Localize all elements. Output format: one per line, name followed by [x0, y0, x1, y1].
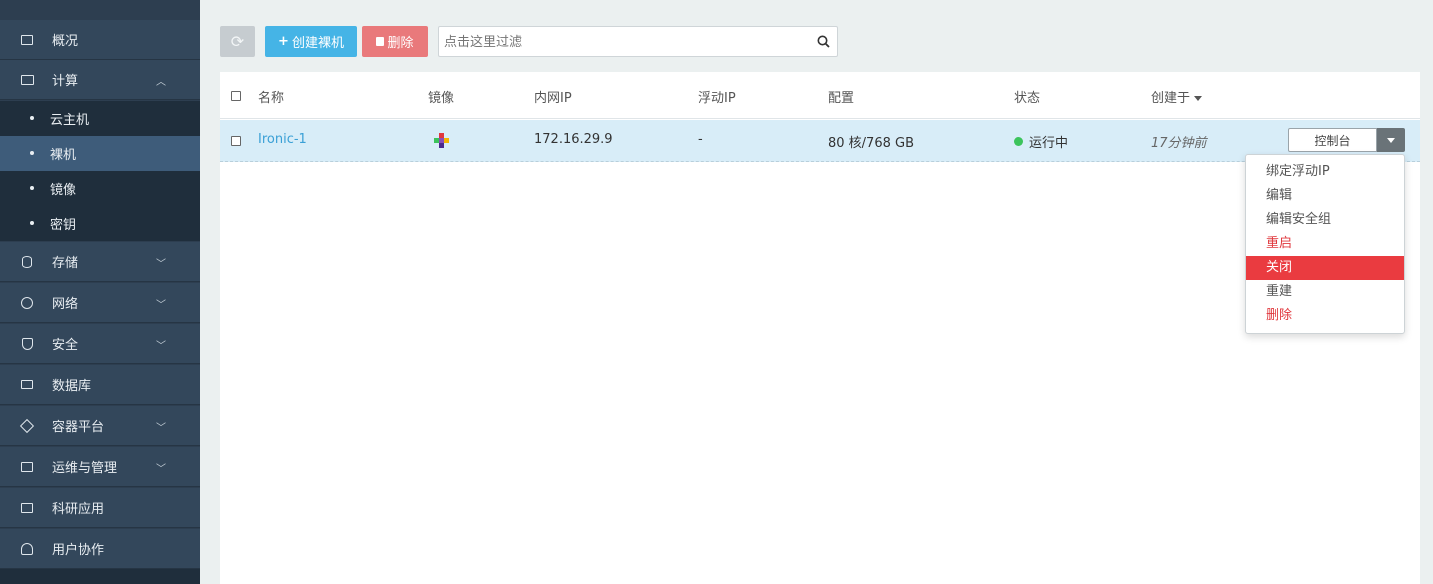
column-header-internal-ip[interactable]: 内网IP — [534, 87, 572, 106]
sidebar-item-compute[interactable]: 计算 ︿ — [0, 60, 200, 100]
column-header-floating-ip[interactable]: 浮动IP — [698, 87, 736, 106]
actions-dropdown-menu: 绑定浮动IP 编辑 编辑安全组 重启 关闭 重建 删除 — [1245, 154, 1405, 334]
menu-item-bind-floating-ip[interactable]: 绑定浮动IP — [1246, 160, 1404, 184]
sidebar-item-label: 容器平台 — [52, 420, 105, 435]
instance-name-link[interactable]: Ironic-1 — [258, 132, 307, 147]
menu-item-rebuild[interactable]: 重建 — [1246, 280, 1404, 304]
overview-icon — [20, 33, 34, 47]
search-icon[interactable] — [817, 35, 830, 48]
column-header-created[interactable]: 创建于 — [1151, 87, 1203, 106]
sidebar-item-label: 科研应用 — [52, 502, 105, 517]
console-button-label: 控制台 — [1314, 133, 1351, 148]
delete-button[interactable]: 删除 — [362, 26, 428, 57]
sidebar-item-overview[interactable]: 概况 — [0, 20, 200, 60]
sidebar-item-label: 网络 — [52, 297, 79, 312]
status-value: 运行中 — [1029, 136, 1069, 151]
config-value: 80 核/768 GB — [828, 136, 914, 151]
sidebar-subitem-label: 云主机 — [50, 113, 90, 128]
sidebar-subitem-cloud-host[interactable]: 云主机 — [0, 101, 200, 136]
bullet-icon — [30, 186, 34, 190]
actions-dropdown-toggle[interactable] — [1377, 128, 1405, 152]
sidebar-item-label: 概况 — [52, 34, 79, 49]
shield-icon — [20, 337, 34, 351]
bullet-icon — [30, 151, 34, 155]
sidebar-subitem-label: 密钥 — [50, 218, 77, 233]
sidebar-subitem-label: 镜像 — [50, 183, 77, 198]
plus-icon: + — [278, 34, 289, 49]
console-button[interactable]: 控制台 — [1288, 128, 1377, 152]
users-icon — [20, 542, 34, 556]
sidebar-item-label: 运维与管理 — [52, 461, 118, 476]
bullet-icon — [30, 221, 34, 225]
bare-metal-table: 名称 镜像 内网IP 浮动IP 配置 状态 创建于 Ironic-1 172.1… — [220, 72, 1420, 584]
sidebar-item-label: 数据库 — [52, 379, 92, 394]
container-icon — [19, 418, 35, 433]
sidebar-item-container[interactable]: 容器平台 ﹀ — [0, 406, 200, 446]
database-server-icon — [20, 378, 34, 392]
sidebar-item-storage[interactable]: 存储 ﹀ — [0, 242, 200, 282]
delete-button-label: 删除 — [387, 36, 414, 51]
research-icon — [20, 501, 34, 515]
chevron-down-icon: ﹀ — [156, 423, 166, 434]
trash-icon — [376, 37, 385, 46]
menu-item-edit-security-group[interactable]: 编辑安全组 — [1246, 208, 1404, 232]
status-running-icon — [1014, 137, 1023, 146]
sidebar-item-ops[interactable]: 运维与管理 ﹀ — [0, 447, 200, 487]
sidebar-subitem-label: 裸机 — [50, 148, 77, 163]
network-icon — [20, 296, 34, 310]
floating-ip-value: - — [698, 132, 703, 147]
sort-desc-icon — [1194, 96, 1203, 101]
sidebar-item-label: 用户协作 — [52, 543, 105, 558]
created-value: 17分钟前 — [1151, 136, 1207, 151]
sidebar-item-research[interactable]: 科研应用 — [0, 488, 200, 528]
menu-item-reboot[interactable]: 重启 — [1246, 232, 1404, 256]
refresh-button[interactable]: ⟳ — [220, 26, 255, 57]
menu-item-edit[interactable]: 编辑 — [1246, 184, 1404, 208]
filter-box — [438, 26, 838, 57]
chevron-up-icon: ︿ — [156, 77, 166, 88]
sidebar-item-label: 计算 — [52, 74, 79, 89]
select-all-checkbox[interactable] — [231, 91, 241, 101]
sidebar-footer — [0, 569, 200, 584]
sidebar-item-label: 安全 — [52, 338, 79, 353]
bullet-icon — [30, 116, 34, 120]
internal-ip-value: 172.16.29.9 — [534, 132, 613, 147]
sidebar: 概况 计算 ︿ 云主机 裸机 镜像 密钥 存储 ﹀ 网络 ﹀ 安全 ﹀ 数据库 — [0, 0, 200, 584]
row-checkbox[interactable] — [231, 136, 241, 146]
column-header-created-label: 创建于 — [1151, 91, 1191, 106]
sidebar-item-collaboration[interactable]: 用户协作 — [0, 529, 200, 569]
sidebar-item-security[interactable]: 安全 ﹀ — [0, 324, 200, 364]
create-button-label: 创建裸机 — [291, 36, 344, 51]
create-bare-metal-button[interactable]: + 创建裸机 — [265, 26, 357, 57]
chevron-down-icon: ﹀ — [156, 341, 166, 352]
menu-item-delete[interactable]: 删除 — [1246, 304, 1404, 328]
column-header-status[interactable]: 状态 — [1014, 87, 1040, 106]
sidebar-item-network[interactable]: 网络 ﹀ — [0, 283, 200, 323]
menu-item-shutdown[interactable]: 关闭 — [1246, 256, 1404, 280]
chevron-down-icon: ﹀ — [156, 464, 166, 475]
sidebar-subitem-image[interactable]: 镜像 — [0, 171, 200, 206]
ops-icon — [20, 460, 34, 474]
monitor-icon — [20, 73, 34, 87]
column-header-name[interactable]: 名称 — [258, 87, 284, 106]
refresh-icon: ⟳ — [230, 32, 245, 51]
chevron-down-icon: ﹀ — [156, 300, 166, 311]
sidebar-item-database[interactable]: 数据库 — [0, 365, 200, 405]
sidebar-subitem-keypair[interactable]: 密钥 — [0, 206, 200, 241]
sidebar-item-label: 存储 — [52, 256, 79, 271]
sidebar-subitem-bare-metal[interactable]: 裸机 — [0, 136, 200, 171]
filter-input[interactable] — [444, 32, 804, 52]
column-header-image[interactable]: 镜像 — [428, 87, 454, 106]
openstack-logo-icon — [434, 133, 449, 148]
column-header-config[interactable]: 配置 — [828, 87, 854, 106]
table-header: 名称 镜像 内网IP 浮动IP 配置 状态 创建于 — [220, 72, 1420, 119]
table-row[interactable]: Ironic-1 172.16.29.9 - 80 核/768 GB 运行中 1… — [220, 120, 1420, 162]
database-icon — [20, 255, 34, 269]
chevron-down-icon: ﹀ — [156, 259, 166, 270]
